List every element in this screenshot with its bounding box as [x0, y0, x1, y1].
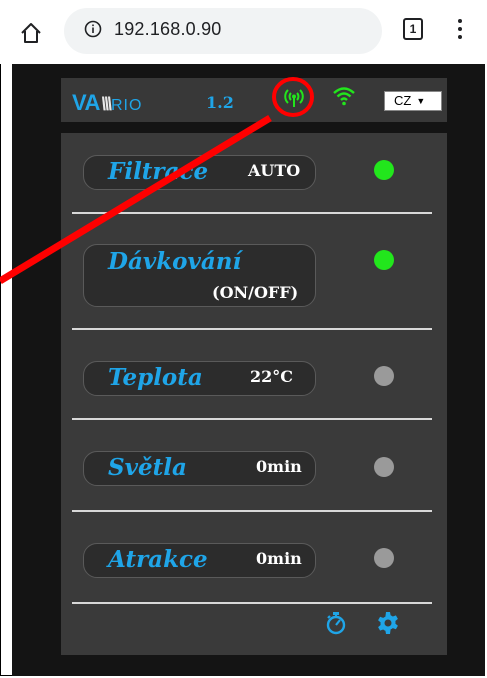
filtrace-status-led [374, 160, 394, 180]
language-select[interactable]: CZ ▼ [384, 91, 442, 111]
tabs-icon[interactable]: 1 [403, 18, 423, 40]
url-text[interactable]: 192.168.0.90 [114, 19, 222, 40]
divider [72, 510, 432, 512]
teplota-value: 22°C [250, 367, 293, 386]
teplota-label: Teplota [108, 364, 203, 391]
language-value: CZ [394, 93, 412, 108]
teplota-status-led [374, 366, 394, 386]
tab-count: 1 [409, 22, 417, 36]
svetla-status-led [374, 457, 394, 477]
atrakce-status-led [374, 548, 394, 568]
svetla-value: 0min [256, 457, 302, 476]
timer-icon[interactable] [325, 611, 347, 635]
davkovani-status-led [374, 250, 394, 270]
divider [72, 328, 432, 330]
divider [72, 602, 432, 604]
davkovani-label: Dávkování [108, 248, 242, 275]
info-icon[interactable] [84, 20, 102, 38]
address-bar[interactable] [64, 8, 382, 54]
wifi-icon [333, 87, 355, 106]
menu-icon[interactable] [456, 16, 464, 44]
divider [72, 418, 432, 420]
svetla-label: Světla [108, 454, 187, 481]
version-label: 1.2 [206, 93, 234, 112]
gear-icon[interactable] [376, 611, 400, 635]
divider [72, 212, 432, 214]
chevron-down-icon: ▼ [416, 96, 426, 106]
vario-logo: VA\\\RIO [72, 90, 143, 115]
davkovani-value: (ON/OFF) [212, 283, 299, 302]
home-icon[interactable] [20, 22, 42, 44]
antenna-icon[interactable] [283, 86, 305, 108]
filtrace-value: AUTO [248, 161, 301, 180]
atrakce-label: Atrakce [108, 546, 208, 573]
atrakce-value: 0min [256, 549, 302, 568]
browser-toolbar: 192.168.0.90 1 [0, 0, 487, 64]
filtrace-label: Filtrace [108, 158, 209, 185]
